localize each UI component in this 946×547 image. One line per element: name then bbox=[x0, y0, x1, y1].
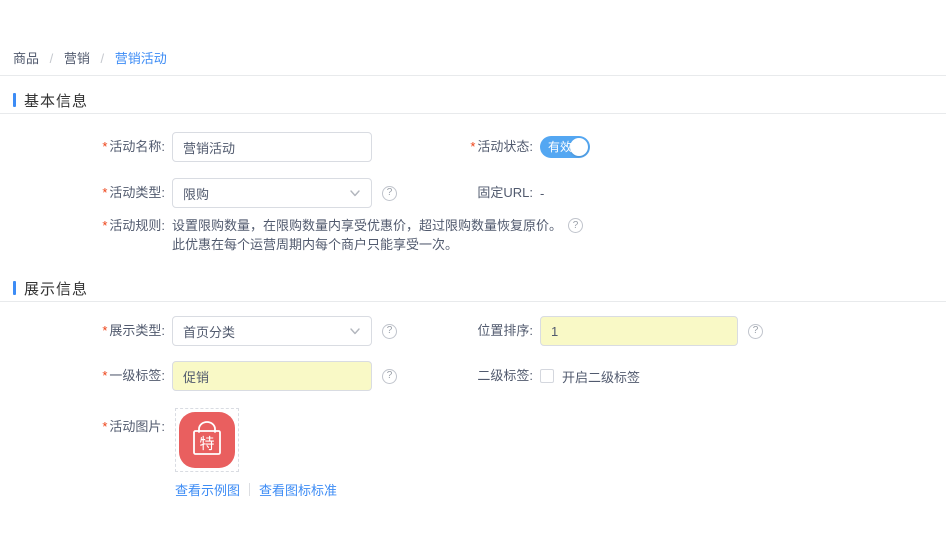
breadcrumb-separator: / bbox=[49, 51, 54, 66]
marketing-activity-form-page: 商品 / 营销 / 营销活动 基本信息 *活动名称: *活动状态: 有效 *活动… bbox=[0, 0, 946, 547]
image-links: 查看示例图 查看图标标准 bbox=[175, 480, 337, 498]
primary-tag-input[interactable] bbox=[172, 361, 372, 391]
activity-status-toggle[interactable]: 有效 bbox=[540, 136, 590, 158]
breadcrumb-item-goods[interactable]: 商品 bbox=[13, 51, 39, 66]
breadcrumb-item-marketing[interactable]: 营销 bbox=[64, 51, 90, 66]
section-divider bbox=[0, 113, 946, 114]
section-accent-bar bbox=[13, 93, 16, 107]
section-divider bbox=[0, 301, 946, 302]
activity-rule-text: 设置限购数量，在限购数量内享受优惠价，超过限购数量恢复原价。 ? 此优惠在每个运… bbox=[172, 216, 584, 254]
breadcrumb-separator: / bbox=[100, 51, 105, 66]
required-mark: * bbox=[470, 139, 476, 154]
activity-name-input[interactable] bbox=[172, 132, 372, 162]
display-type-label: * 展示类型: bbox=[102, 323, 165, 338]
activity-status-label: * 活动状态: bbox=[470, 139, 533, 154]
section-header-display-info: 展示信息 bbox=[13, 278, 88, 298]
help-icon[interactable]: ? bbox=[382, 323, 397, 339]
row-activity-image: * 活动图片: 特 查看示例图 查看图标标准 bbox=[0, 408, 946, 498]
breadcrumb: 商品 / 营销 / 营销活动 bbox=[13, 50, 167, 68]
activity-rule-label: * 活动规则: bbox=[102, 218, 165, 233]
section-title: 展示信息 bbox=[24, 280, 89, 298]
section-header-basic-info: 基本信息 bbox=[13, 90, 88, 110]
breadcrumb-item-marketing-activity: 营销活动 bbox=[114, 51, 167, 66]
required-mark: * bbox=[102, 323, 108, 338]
toggle-knob bbox=[570, 138, 588, 156]
required-mark: * bbox=[102, 368, 108, 383]
required-mark: * bbox=[102, 419, 108, 434]
help-icon[interactable]: ? bbox=[382, 185, 397, 201]
activity-type-value: 限购 bbox=[183, 186, 210, 202]
required-mark: * bbox=[102, 185, 108, 200]
section-title: 基本信息 bbox=[24, 92, 89, 110]
secondary-tag-label: 二级标签: bbox=[477, 368, 533, 383]
help-icon[interactable]: ? bbox=[568, 218, 584, 233]
promo-bag-icon: 特 bbox=[179, 412, 235, 468]
fixed-url-label: 固定URL: bbox=[477, 185, 533, 200]
display-type-value: 首页分类 bbox=[183, 324, 236, 340]
links-divider bbox=[249, 482, 251, 496]
section-accent-bar bbox=[13, 281, 16, 295]
row-activity-name-status: *活动名称: *活动状态: 有效 bbox=[0, 132, 946, 162]
primary-tag-label: * 一级标签: bbox=[102, 368, 165, 383]
row-display-type-sort: *展示类型: 首页分类 ? 位置排序: ? bbox=[0, 316, 946, 346]
required-mark: * bbox=[102, 218, 108, 233]
row-activity-type-url: * 活动类型: 限购 ? 固定URL: - bbox=[0, 178, 946, 208]
secondary-tag-checkbox-label[interactable]: 开启二级标签 bbox=[562, 367, 640, 386]
activity-type-label: * 活动类型: bbox=[102, 185, 165, 200]
fixed-url-value: - bbox=[540, 185, 545, 201]
chevron-down-icon bbox=[350, 328, 360, 335]
header-divider bbox=[0, 75, 946, 76]
display-type-select[interactable]: 首页分类 bbox=[172, 316, 372, 346]
position-sort-label: 位置排序: bbox=[477, 323, 533, 338]
activity-name-label: * 活动名称: bbox=[102, 139, 165, 154]
view-icon-standard-link[interactable]: 查看图标标准 bbox=[259, 480, 337, 499]
activity-image-preview[interactable]: 特 bbox=[175, 408, 239, 472]
rule-line-1: 设置限购数量，在限购数量内享受优惠价，超过限购数量恢复原价。 bbox=[172, 218, 563, 233]
activity-image-label: * 活动图片: bbox=[102, 419, 165, 434]
help-icon[interactable]: ? bbox=[748, 323, 763, 339]
position-sort-input[interactable] bbox=[540, 316, 738, 346]
activity-type-select[interactable]: 限购 bbox=[172, 178, 372, 208]
rule-line-2: 此优惠在每个运营周期内每个商户只能享受一次。 bbox=[172, 237, 459, 252]
toggle-on-label: 有效 bbox=[548, 140, 573, 154]
chevron-down-icon bbox=[350, 190, 360, 197]
promo-badge-char: 特 bbox=[199, 436, 214, 453]
view-sample-image-link[interactable]: 查看示例图 bbox=[175, 480, 240, 499]
required-mark: * bbox=[102, 139, 108, 154]
secondary-tag-checkbox[interactable] bbox=[540, 369, 554, 383]
row-activity-rule: * 活动规则: 设置限购数量，在限购数量内享受优惠价，超过限购数量恢复原价。 ? … bbox=[0, 216, 946, 260]
row-tags: *一级标签: ? 二级标签: 开启二级标签 bbox=[0, 361, 946, 391]
help-icon[interactable]: ? bbox=[382, 368, 397, 384]
